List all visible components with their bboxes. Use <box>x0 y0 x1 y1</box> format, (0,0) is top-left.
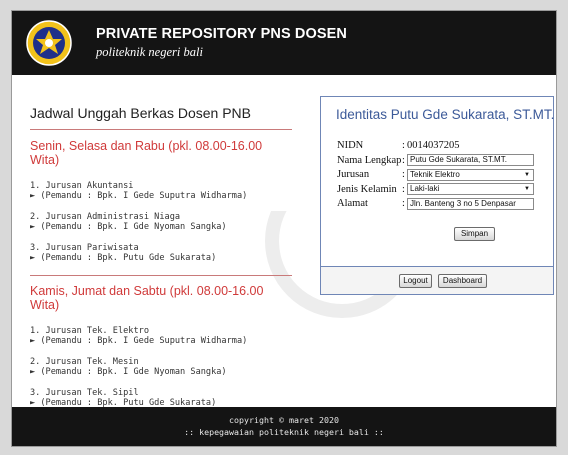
identity-card: Identitas Putu Gde Sukarata, ST.MT. NIDN… <box>320 96 554 295</box>
list-item: 2. Jurusan Administrasi Niaga ► (Pemandu… <box>30 212 292 232</box>
department-name: 3. Jurusan Tek. Sipil <box>30 388 139 398</box>
guide-name: ► (Pemandu : Bpk. I Gede Suputra Widharm… <box>30 336 248 346</box>
divider <box>30 275 292 276</box>
gender-label: Jenis Kelamin <box>337 183 397 195</box>
department-label: Jurusan <box>337 169 370 180</box>
nidn-label: NIDN <box>337 140 364 151</box>
dashboard-button[interactable]: Dashboard <box>438 274 487 288</box>
list-item: 1. Jurusan Tek. Elektro ► (Pemandu : Bpk… <box>30 326 292 346</box>
chevron-down-icon: ▼ <box>524 186 530 192</box>
header-bar: PRIVATE REPOSITORY PNS DOSEN politeknik … <box>12 11 556 75</box>
upload-schedule: Jadwal Unggah Berkas Dosen PNB Senin, Se… <box>30 105 292 419</box>
schedule-group: Kamis, Jumat dan Sabtu (pkl. 08.00-16.00… <box>30 275 292 408</box>
address-input[interactable]: Jln. Banteng 3 no 5 Denpasar <box>407 197 534 210</box>
list-item: 2. Jurusan Tek. Mesin ► (Pemandu : Bpk. … <box>30 357 292 377</box>
schedule-group-title: Senin, Selasa dan Rabu (pkl. 08.00-16.00… <box>30 139 263 167</box>
app-title: PRIVATE REPOSITORY PNS DOSEN <box>96 26 347 42</box>
nidn-value: 0014037205 <box>407 140 460 151</box>
divider <box>30 129 292 130</box>
list-item: 3. Jurusan Tek. Sipil ► (Pemandu : Bpk. … <box>30 388 292 408</box>
guide-name: ► (Pemandu : Bpk. I Gde Nyoman Sangka) <box>30 367 227 377</box>
footer-bar: copyright © maret 2020 :: kepegawaian po… <box>12 407 556 446</box>
full-name-input[interactable]: Putu Gde Sukarata, ST.MT. <box>407 154 534 166</box>
guide-name: ► (Pemandu : Bpk. I Gde Nyoman Sangka) <box>30 222 227 232</box>
schedule-title: Jadwal Unggah Berkas Dosen PNB <box>30 105 252 121</box>
pnb-logo-icon <box>26 20 72 66</box>
address-row: Alamat : Jln. Banteng 3 no 5 Denpasar <box>337 197 534 210</box>
footer-org-text: :: kepegawaian politeknik negeri bali :: <box>184 427 384 437</box>
gender-row: Jenis Kelamin : Laki-laki ▼ <box>337 183 534 196</box>
name-row: Nama Lengkap : Putu Gde Sukarata, ST.MT. <box>337 154 534 167</box>
department-select[interactable]: Teknik Elektro ▼ <box>407 168 534 181</box>
identity-title: Identitas Putu Gde Sukarata, ST.MT. <box>336 107 555 122</box>
schedule-group-title: Kamis, Jumat dan Sabtu (pkl. 08.00-16.00… <box>30 284 264 312</box>
guide-name: ► (Pemandu : Bpk. Putu Gde Sukarata) <box>30 253 217 263</box>
department-name: 1. Jurusan Akuntansi <box>30 181 134 191</box>
department-name: 3. Jurusan Pariwisata <box>30 243 139 253</box>
save-button[interactable]: Simpan <box>454 227 495 241</box>
chevron-down-icon: ▼ <box>524 171 530 178</box>
page-frame: PRIVATE REPOSITORY PNS DOSEN politeknik … <box>11 10 557 447</box>
list-item: 3. Jurusan Pariwisata ► (Pemandu : Bpk. … <box>30 243 292 263</box>
list-item: 1. Jurusan Akuntansi ► (Pemandu : Bpk. I… <box>30 181 292 201</box>
nidn-row: NIDN : 0014037205 <box>337 139 534 152</box>
department-name: 2. Jurusan Tek. Mesin <box>30 357 139 367</box>
name-label: Nama Lengkap <box>337 154 402 166</box>
guide-name: ► (Pemandu : Bpk. I Gede Suputra Widharm… <box>30 191 248 201</box>
copyright-text: copyright © maret 2020 <box>229 415 339 425</box>
logout-button[interactable]: Logout <box>399 274 432 288</box>
card-footer <box>321 267 553 294</box>
address-label: Alamat <box>337 198 368 209</box>
app-subtitle: politeknik negeri bali <box>96 45 203 59</box>
identity-form: NIDN : 0014037205 Nama Lengkap : Putu Gd… <box>337 139 534 212</box>
department-name: 1. Jurusan Tek. Elektro <box>30 326 149 336</box>
gender-select[interactable]: Laki-laki ▼ <box>407 183 534 195</box>
department-selected-value: Teknik Elektro <box>410 169 460 179</box>
department-row: Jurusan : Teknik Elektro ▼ <box>337 168 534 181</box>
gender-selected-value: Laki-laki <box>410 184 440 193</box>
department-name: 2. Jurusan Administrasi Niaga <box>30 212 181 222</box>
